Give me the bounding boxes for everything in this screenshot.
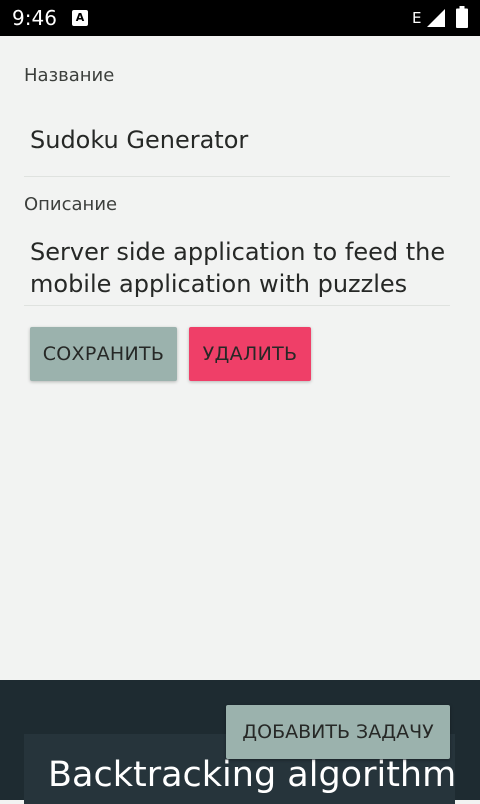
delete-button[interactable]: УДАЛИТЬ (189, 327, 311, 381)
description-field-line-2[interactable]: mobile application with puzzles (30, 268, 407, 300)
network-type: E (412, 9, 422, 27)
add-task-button[interactable]: ДОБАВИТЬ ЗАДАЧУ (226, 705, 450, 759)
description-field-underline (24, 305, 450, 306)
name-label: Название (24, 65, 115, 86)
tasks-panel: Backtracking algorithm ДОБАВИТЬ ЗАДАЧУ (0, 680, 480, 804)
battery-icon (456, 6, 468, 28)
task-title: Backtracking algorithm (48, 755, 457, 795)
status-time: 9:46 (12, 6, 57, 30)
notification-icon: A (72, 10, 88, 26)
notification-icon-letter: A (75, 11, 85, 24)
description-field-line-1[interactable]: Server side application to feed the (30, 236, 445, 268)
save-button[interactable]: СОХРАНИТЬ (30, 327, 177, 381)
description-label: Описание (24, 194, 118, 215)
signal-icon (427, 9, 445, 27)
name-field-value[interactable]: Sudoku Generator (30, 124, 248, 156)
status-bar: 9:46 A E (0, 0, 480, 36)
name-field-underline (24, 176, 450, 177)
